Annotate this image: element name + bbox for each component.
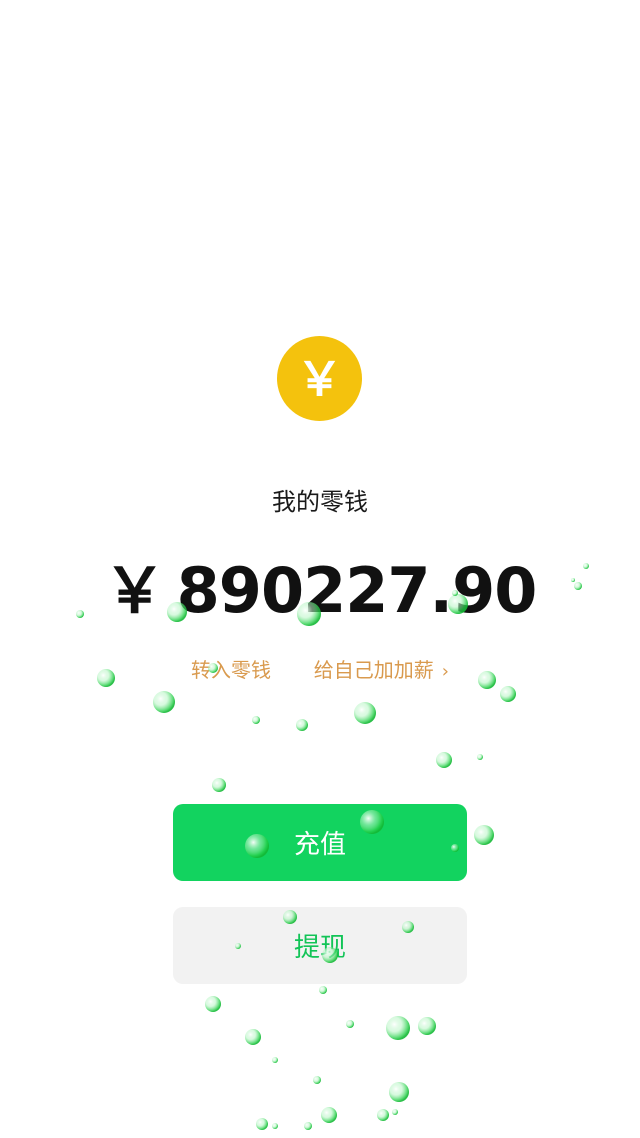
bubble: [205, 996, 221, 1012]
balance-value: 890227.90: [176, 554, 538, 627]
bubble: [272, 1123, 278, 1129]
bubble: [212, 778, 226, 792]
bubble: [418, 1017, 436, 1035]
bubble: [272, 1057, 278, 1063]
bubble: [313, 1076, 321, 1084]
bubble: [321, 1107, 337, 1123]
bubble: [392, 1109, 398, 1115]
bubble: [477, 754, 483, 760]
transfer-in-link[interactable]: 转入零钱: [191, 658, 271, 682]
bubble: [304, 1122, 312, 1130]
raise-salary-link[interactable]: 给自己加加薪 ›: [314, 658, 449, 682]
withdraw-button[interactable]: 提现: [173, 907, 467, 984]
bubble: [296, 719, 308, 731]
bubble: [500, 686, 516, 702]
yuan-coin-icon: ￥: [277, 336, 362, 421]
bubble: [474, 825, 494, 845]
bubble: [256, 1118, 268, 1130]
bubble: [153, 691, 175, 713]
bubble: [245, 1029, 261, 1045]
bubble: [346, 1020, 354, 1028]
bubble: [436, 752, 452, 768]
bubble: [377, 1109, 389, 1121]
currency-symbol: ￥: [103, 554, 166, 627]
recharge-label: 充值: [293, 830, 346, 860]
bubble: [319, 986, 327, 994]
balance-amount: ￥ 890227.90: [0, 540, 640, 630]
chevron-right-icon: ›: [441, 661, 449, 682]
bubble: [386, 1016, 410, 1040]
wallet-title: 我的零钱: [272, 488, 368, 516]
yuan-symbol: ￥: [296, 351, 343, 406]
bubble: [354, 702, 376, 724]
recharge-button[interactable]: 充值: [173, 804, 467, 881]
withdraw-label: 提现: [293, 933, 346, 963]
raise-salary-label: 给自己加加薪: [313, 658, 434, 682]
bubble: [252, 716, 260, 724]
bubble: [389, 1082, 409, 1102]
wallet-links: 转入零钱 给自己加加薪 ›: [0, 654, 640, 683]
